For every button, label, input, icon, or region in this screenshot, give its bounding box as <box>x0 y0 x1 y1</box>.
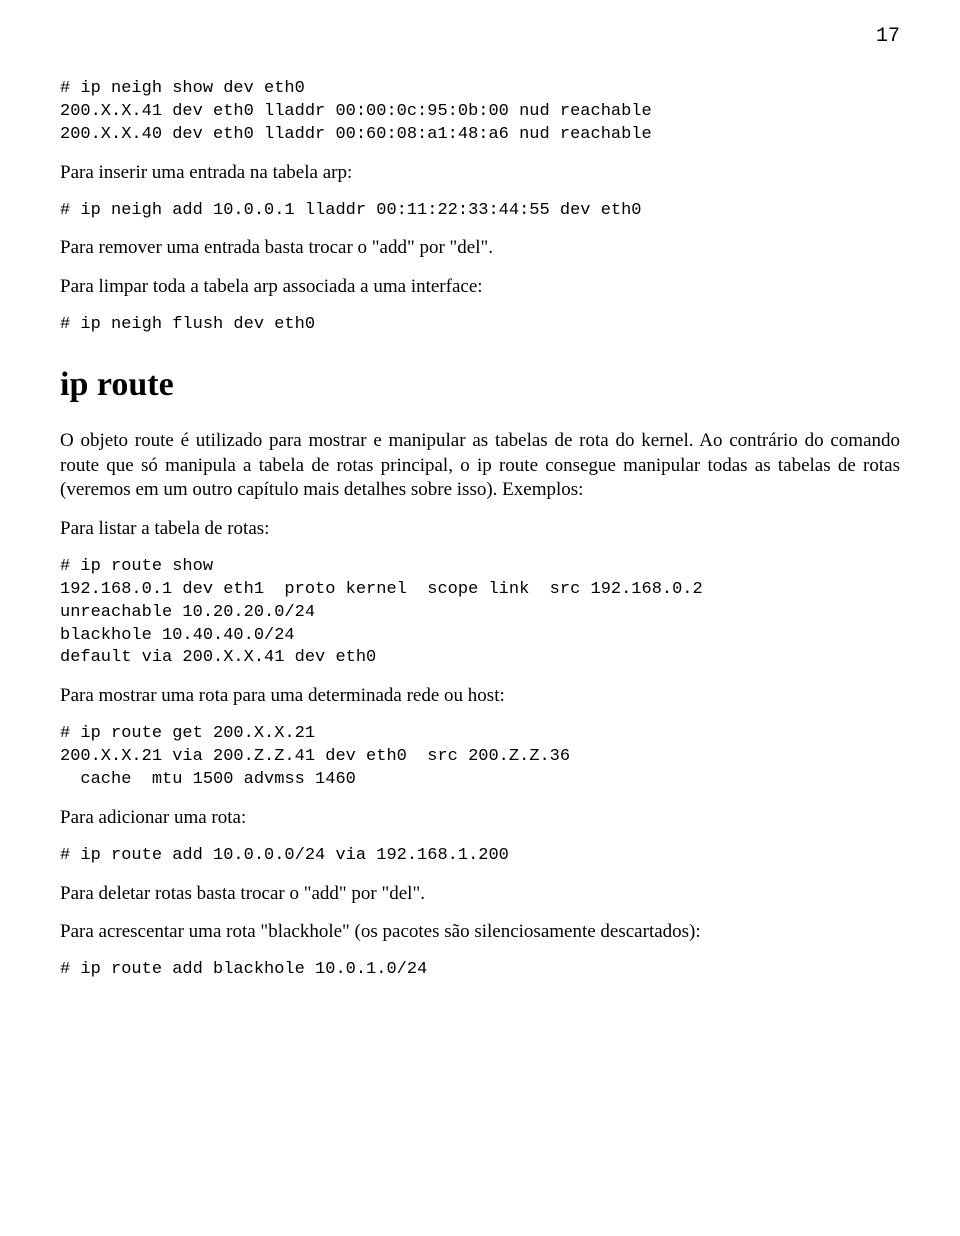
code-block-route-add: # ip route add 10.0.0.0/24 via 192.168.1… <box>60 845 900 868</box>
paragraph-delete-route: Para deletar rotas basta trocar o "add" … <box>60 882 900 907</box>
section-heading-ip-route: ip route <box>60 363 900 407</box>
paragraph-list-routes: Para listar a tabela de rotas: <box>60 517 900 542</box>
paragraph-add-route: Para adicionar uma rota: <box>60 806 900 831</box>
code-block-route-get: # ip route get 200.X.X.21 200.X.X.21 via… <box>60 723 900 792</box>
code-block-route-blackhole: # ip route add blackhole 10.0.1.0/24 <box>60 959 900 982</box>
code-block-neigh-show: # ip neigh show dev eth0 200.X.X.41 dev … <box>60 78 900 147</box>
code-block-neigh-add: # ip neigh add 10.0.0.1 lladdr 00:11:22:… <box>60 200 900 223</box>
paragraph-flush-arp: Para limpar toda a tabela arp associada … <box>60 275 900 300</box>
paragraph-route-intro: O objeto route é utilizado para mostrar … <box>60 429 900 503</box>
paragraph-get-route: Para mostrar uma rota para uma determina… <box>60 684 900 709</box>
paragraph-insert-arp: Para inserir uma entrada na tabela arp: <box>60 161 900 186</box>
page-number: 17 <box>60 24 900 50</box>
code-block-route-show: # ip route show 192.168.0.1 dev eth1 pro… <box>60 556 900 671</box>
paragraph-blackhole: Para acrescentar uma rota "blackhole" (o… <box>60 920 900 945</box>
code-block-neigh-flush: # ip neigh flush dev eth0 <box>60 314 900 337</box>
paragraph-remove-arp: Para remover uma entrada basta trocar o … <box>60 236 900 261</box>
